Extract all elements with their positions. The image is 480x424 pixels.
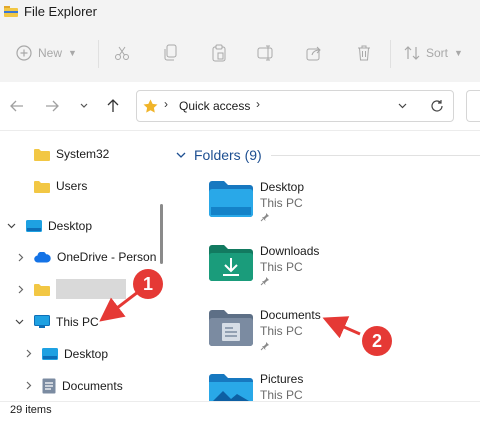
delete-icon[interactable] [356,44,372,62]
file-explorer-app-icon [4,6,18,17]
folder-location: This PC [260,324,303,338]
downloads-folder-icon[interactable] [209,245,253,281]
redacted-label-block [56,279,126,299]
toolbar-divider [390,40,391,68]
folder-name-documents[interactable]: Documents [260,308,321,322]
window-title: File Explorer [24,4,97,19]
folder-icon [34,148,50,161]
share-icon[interactable] [306,45,322,61]
folder-name-pictures[interactable]: Pictures [260,372,303,386]
collapsed-chevron-icon[interactable] [18,285,24,294]
refresh-icon[interactable] [430,99,444,113]
up-arrow-icon[interactable] [107,99,119,113]
desktop-folder-icon [26,219,42,232]
desktop-folder-icon [42,347,58,360]
nav-item-label: This PC [56,315,99,329]
cut-icon[interactable] [114,45,130,61]
annotation-badge-1: 1 [133,269,163,299]
breadcrumb-separator-icon: › [164,97,168,111]
folder-location: This PC [260,388,303,402]
nav-item-system32[interactable]: System32 [34,143,109,165]
nav-item-label: OneDrive - Person [57,250,157,264]
forward-arrow-icon[interactable] [45,100,59,112]
breadcrumb-chevron-icon[interactable]: › [256,97,260,111]
nav-item-desktop-root[interactable]: Desktop [26,215,92,237]
collapsed-chevron-icon[interactable] [18,253,24,262]
folder-name-downloads[interactable]: Downloads [260,244,319,258]
desktop-folder-icon[interactable] [209,181,253,217]
folder-icon [34,180,50,193]
pictures-folder-icon[interactable] [209,374,253,401]
chevron-down-icon: ▼ [68,48,77,58]
sort-icon [404,46,420,60]
plus-circle-icon [16,45,32,61]
folder-location: This PC [260,260,303,274]
group-title: Folders (9) [194,147,262,163]
toolbar-divider [98,40,99,68]
document-icon [42,378,56,394]
back-arrow-icon[interactable] [10,100,24,112]
rename-icon[interactable] [257,45,275,61]
nav-item-redacted-folder[interactable] [34,278,56,300]
onedrive-cloud-icon [34,251,51,263]
status-bar [0,401,480,424]
annotation-badge-2: 2 [362,326,392,356]
group-collapse-chevron-icon [176,152,186,158]
pin-icon [260,342,269,351]
collapsed-chevron-icon[interactable] [26,381,32,390]
paste-icon[interactable] [211,44,227,62]
search-box[interactable] [466,90,480,122]
item-count: 29 items [10,404,52,416]
collapsed-chevron-icon[interactable] [26,349,32,358]
nav-item-onedrive[interactable]: OneDrive - Person [34,246,156,268]
star-icon [143,99,158,113]
chevron-down-icon: ▼ [454,48,463,58]
new-button[interactable]: New ▼ [16,45,77,61]
expanded-chevron-icon[interactable] [7,223,16,229]
sort-button-label: Sort [426,46,449,60]
folder-location: This PC [260,196,303,210]
computer-icon [34,315,50,328]
address-dropdown-icon[interactable] [398,103,407,109]
folders-group-header[interactable]: Folders (9) [176,147,262,163]
copy-icon[interactable] [163,44,179,62]
folder-name-desktop[interactable]: Desktop [260,180,304,194]
breadcrumb-quick-access[interactable]: Quick access [179,99,250,113]
pin-icon [260,213,269,222]
nav-item-label: System32 [56,147,110,161]
expanded-chevron-icon[interactable] [15,319,24,325]
nav-item-label: Documents [62,379,123,393]
sort-button[interactable]: Sort ▼ [404,45,463,61]
nav-item-desktop-pc[interactable]: Desktop [42,343,108,365]
nav-item-this-pc[interactable]: This PC [34,311,99,333]
nav-item-label: Users [56,179,88,193]
folder-icon [34,283,50,296]
nav-item-label: Desktop [64,347,109,361]
new-button-label: New [38,46,63,60]
nav-item-users[interactable]: Users [34,175,87,197]
group-divider [271,155,480,156]
nav-item-label: Desktop [48,219,93,233]
pin-icon [260,277,269,286]
nav-item-documents-pc[interactable]: Documents [42,375,123,397]
nav-pane-scrollbar[interactable] [160,204,163,264]
documents-folder-icon[interactable] [209,310,253,346]
recent-locations-chevron-icon[interactable] [80,103,88,109]
